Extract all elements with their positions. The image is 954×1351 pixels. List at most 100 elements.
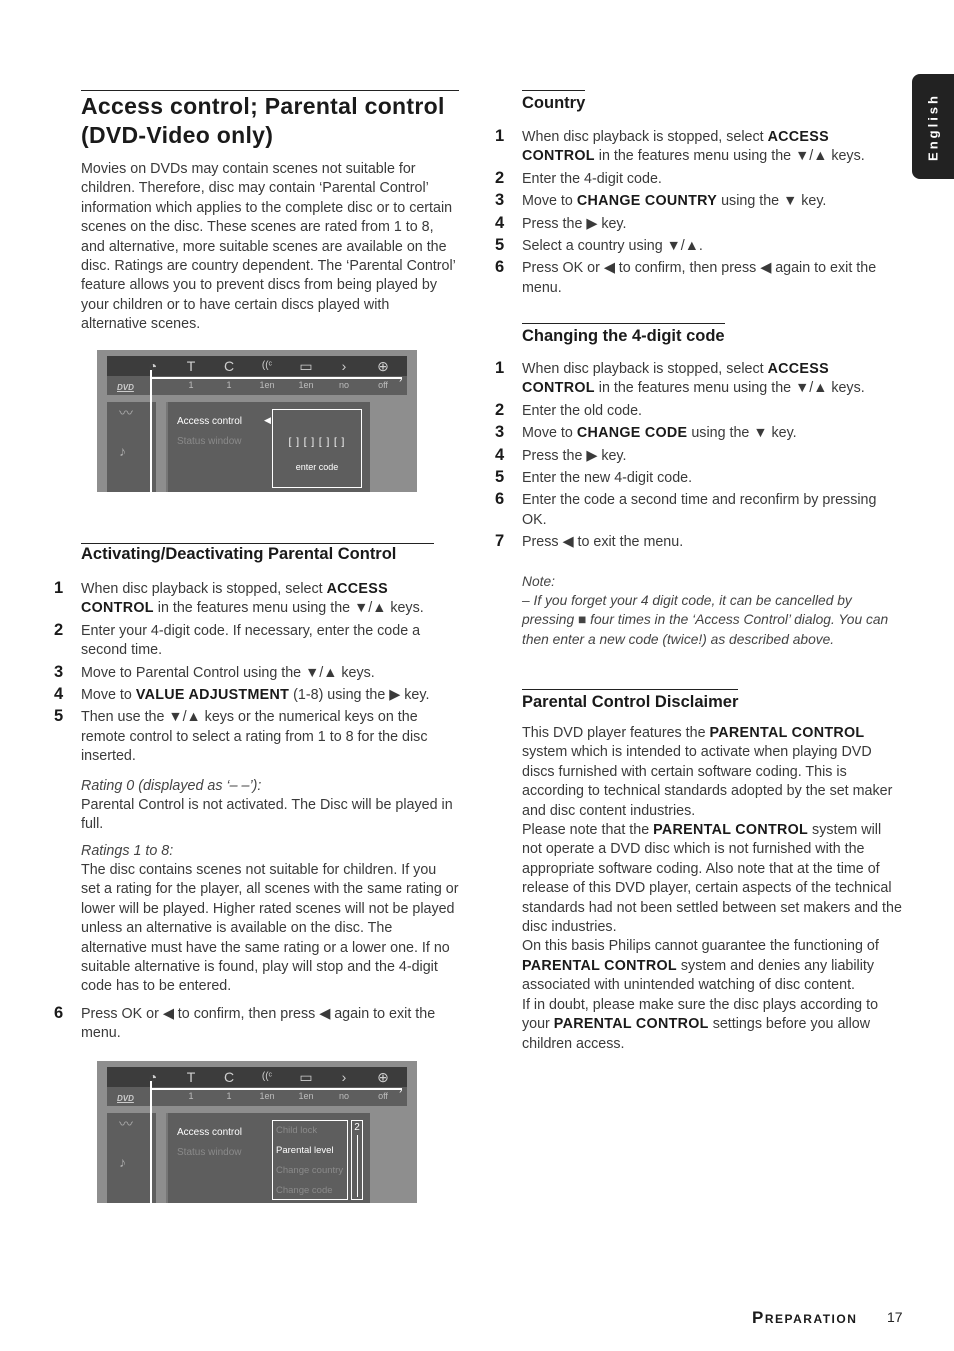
osd-side-panel: 〰 ♪ (107, 1113, 156, 1203)
rating0-text: Parental Control is not activated. The D… (81, 797, 453, 833)
step-item: 1 When disc playback is stopped, select A… (54, 579, 424, 617)
step-item: 3 Move to CHANGE COUNTRY using the ▼ key. (495, 191, 827, 210)
picture-icon: 〰 (119, 1116, 133, 1132)
disclaimer-body: This DVD player features the PARENTAL CO… (522, 724, 902, 1054)
osd-value: 1 (188, 1091, 194, 1101)
step-item: 2 Enter the 4-digit code. (495, 168, 662, 187)
submenu-parental-level: Parental level (276, 1145, 334, 1156)
title-icon: T (186, 358, 196, 374)
language-tab: English (912, 74, 954, 179)
step-item: 5 Enter the new 4-digit code. (495, 468, 693, 487)
osd-value: off (378, 380, 388, 390)
dvd-logo: DVD (117, 1094, 134, 1103)
code-label: enter code (295, 462, 339, 473)
osd-arrow-icon: › (399, 374, 403, 385)
parental-level-slider: 2 (351, 1120, 363, 1200)
osd-connector-line (150, 377, 402, 379)
section-heading-disclaimer: Parental Control Disclaimer (522, 689, 739, 712)
osd-side-panel: 〰 ♪ (107, 402, 156, 492)
audio-icon: ((ᶜ (261, 360, 273, 371)
subtitle-icon: ▭ (299, 1069, 313, 1085)
rating0-label: Rating 0 (displayed as ‘– –’): (81, 778, 262, 794)
osd-vertical-line (150, 370, 152, 492)
step-item: 4 Press the ▶ key. (495, 213, 627, 232)
osd-value: no (338, 380, 349, 390)
step-item: 5 Then use the ▼/▲ keys or the numerical … (54, 707, 428, 765)
angle-icon: › (341, 358, 347, 374)
osd-value: 1en (259, 380, 275, 390)
menu-item-status-window: Status window (177, 436, 242, 447)
change-code-steps: 1 When disc playback is stopped, select A… (495, 359, 902, 553)
osd-screen-enter-code: ◔ T C ((ᶜ ▭ › ⊕ DVD 1 1 1en 1en no off ›… (97, 350, 417, 492)
step-item: 1 When disc playback is stopped, select A… (495, 359, 865, 397)
activating-steps: 1 When disc playback is stopped, select A… (54, 579, 459, 767)
parental-level-value: 2 (354, 1122, 360, 1133)
step-item: 1 When disc playback is stopped, select A… (495, 127, 865, 165)
menu-item-access-control: Access control (177, 1127, 243, 1138)
page-number: 17 (887, 1309, 903, 1325)
intro-paragraph: Movies on DVDs may contain scenes not su… (81, 161, 456, 333)
chapter-icon: C (223, 1069, 235, 1085)
ratings18-text: The disc contains scenes not suitable fo… (81, 862, 459, 995)
footer-section-name: Preparation (752, 1308, 858, 1327)
osd-connector-line (150, 1088, 402, 1090)
step-item: 5 Select a country using ▼/▲. (495, 236, 703, 255)
audio-icon: ((ᶜ (261, 1071, 273, 1082)
osd-value: 1 (188, 380, 194, 390)
menu-item-access-control: Access control (177, 416, 243, 427)
parental-face-icon: ◔ (148, 358, 158, 374)
osd-value: 1 (226, 380, 232, 390)
step-item: 3 Move to CHANGE CODE using the ▼ key. (495, 423, 797, 442)
step-item: 7 Press ◀ to exit the menu. (495, 532, 684, 551)
submenu-change-code: Change code (276, 1185, 333, 1196)
zoom-icon: ⊕ (377, 1069, 389, 1085)
disclaimer-paragraph: On this basis Philips cannot guarantee t… (522, 938, 879, 994)
section-heading-change-code: Changing the 4-digit code (522, 323, 725, 346)
access-control-submenu: Child lock Parental level Change country… (272, 1120, 348, 1200)
step-item: 2 Enter your 4-digit code. If necessary, … (54, 620, 421, 659)
osd-value: 1en (298, 1091, 314, 1101)
step-item: 2 Enter the old code. (495, 400, 643, 419)
code-slots: [ ] [ ] [ ] [ ] (288, 437, 346, 448)
ratings18-label: Ratings 1 to 8: (81, 843, 174, 859)
picture-icon: 〰 (119, 405, 133, 421)
chapter-icon: C (223, 358, 235, 374)
music-note-icon: ♪ (119, 1154, 126, 1170)
step-item: 6 Press OK or ◀ to confirm, then press ◀ … (54, 1004, 436, 1042)
note-text: – If you forget your 4 digit code, it ca… (522, 593, 889, 647)
osd-value: off (378, 1091, 388, 1101)
osd-value: 1en (298, 380, 314, 390)
submenu-child-lock: Child lock (276, 1125, 318, 1136)
osd-screen-parental-level: ◔ T C ((ᶜ ▭ › ⊕ DVD 1 1 1en 1en no off ›… (97, 1061, 417, 1203)
code-entry-box: [ ] [ ] [ ] [ ] enter code (272, 409, 362, 488)
note-label: Note: (522, 574, 555, 589)
section-heading-country: Country (522, 90, 586, 113)
disclaimer-paragraph: If in doubt, please make sure the disc p… (522, 996, 879, 1052)
step-item: 4 Move to VALUE ADJUSTMENT (1-8) using th… (54, 685, 430, 704)
activating-step6: 6 Press OK or ◀ to confirm, then press ◀ … (54, 1004, 459, 1044)
angle-icon: › (341, 1069, 347, 1085)
disclaimer-paragraph: Please note that the PARENTAL CONTROL sy… (522, 822, 902, 936)
osd-vertical-line (150, 1081, 152, 1203)
subtitle-icon: ▭ (299, 358, 313, 374)
osd-icon-bar: ◔ T C ((ᶜ ▭ › ⊕ (107, 1067, 407, 1087)
title-icon: T (186, 1069, 196, 1085)
pointer-icon: ◀ (264, 415, 271, 425)
country-steps: 1 When disc playback is stopped, select A… (495, 127, 902, 298)
osd-value-bar: DVD 1 1 1en 1en no off (107, 1087, 407, 1106)
section-heading-activating: Activating/Deactivating Parental Control (81, 545, 397, 563)
step-item: 6 Enter the code a second time and reconf… (495, 490, 877, 528)
osd-value: 1en (259, 1091, 275, 1101)
osd-value: no (338, 1091, 349, 1101)
menu-item-status-window: Status window (177, 1147, 242, 1158)
osd-arrow-icon: › (399, 1085, 403, 1096)
language-label: English (925, 92, 941, 161)
osd-value-bar: DVD 1 1 1en 1en no off (107, 376, 407, 395)
submenu-change-country: Change country (276, 1165, 344, 1176)
music-note-icon: ♪ (119, 443, 126, 459)
osd-value: 1 (226, 1091, 232, 1101)
step-item: 6 Press OK or ◀ to confirm, then press ◀ … (495, 258, 877, 296)
page-title: Access control; Parental control (DVD-Vi… (81, 90, 459, 150)
parental-face-icon: ◔ (148, 1069, 158, 1085)
osd-icon-bar: ◔ T C ((ᶜ ▭ › ⊕ (107, 356, 407, 376)
